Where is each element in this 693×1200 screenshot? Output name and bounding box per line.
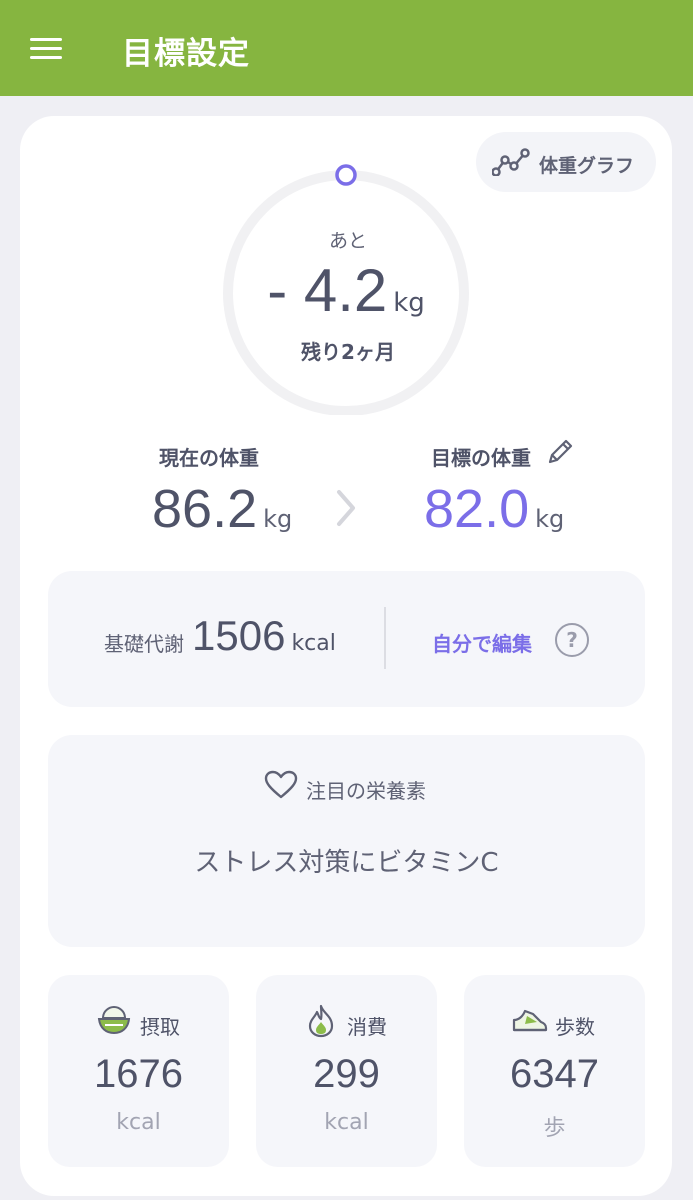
sneaker-icon (512, 1009, 548, 1032)
remaining-prefix: あと (328, 230, 367, 252)
flame-icon (308, 1004, 334, 1038)
intake-label: 摂取 (140, 1015, 180, 1039)
target-weight-label: 目標の体重 (431, 446, 531, 470)
current-weight-value: 86.2 (152, 479, 258, 539)
nutrient-text: ストレス対策にビタミンC (194, 848, 499, 878)
target-weight[interactable]: 82.0 kg (424, 478, 564, 540)
burned-value: 299 (313, 1052, 380, 1096)
remaining-weight-unit: kg (393, 288, 425, 318)
steps-label: 歩数 (555, 1015, 595, 1039)
app-bar: 目標設定 (0, 0, 693, 96)
help-icon[interactable]: ? (555, 623, 589, 657)
hamburger-menu-icon[interactable] (30, 36, 64, 60)
weight-graph-label: 体重グラフ (539, 155, 635, 177)
steps-unit: 歩 (543, 1116, 566, 1141)
bmr-number: 1506 (192, 612, 286, 659)
remaining-period: 残り2ヶ月 (301, 340, 395, 364)
bmr-unit: kcal (291, 631, 336, 656)
edit-bmr-link[interactable]: 自分で編集 (432, 628, 532, 657)
nutrient-title: 注目の栄養素 (306, 779, 426, 803)
heart-icon (264, 770, 298, 799)
featured-nutrient-panel (48, 735, 645, 947)
remaining-weight: - 4.2 kg (196, 256, 496, 325)
rice-bowl-icon (97, 1005, 131, 1035)
weight-graph-button[interactable]: 体重グラフ (476, 132, 656, 192)
page-title: 目標設定 (122, 36, 250, 72)
current-weight-label: 現在の体重 (159, 446, 259, 470)
chevron-right-icon (337, 490, 355, 526)
intake-unit: kcal (116, 1110, 161, 1135)
steps-value: 6347 (510, 1052, 599, 1096)
bmr-label: 基礎代謝 (104, 632, 184, 656)
bmr-value: 1506 kcal (192, 612, 336, 660)
burned-unit: kcal (324, 1110, 369, 1135)
current-weight: 86.2 kg (152, 478, 292, 540)
target-weight-value: 82.0 (424, 479, 530, 539)
pencil-icon[interactable] (544, 436, 576, 468)
target-weight-unit: kg (535, 505, 565, 533)
remaining-weight-value: - 4.2 (267, 257, 388, 324)
line-graph-icon (492, 148, 530, 176)
burned-label: 消費 (347, 1015, 387, 1039)
intake-value: 1676 (94, 1052, 183, 1096)
bmr-divider (384, 607, 386, 669)
progress-ring-marker (335, 164, 357, 186)
current-weight-unit: kg (263, 505, 293, 533)
